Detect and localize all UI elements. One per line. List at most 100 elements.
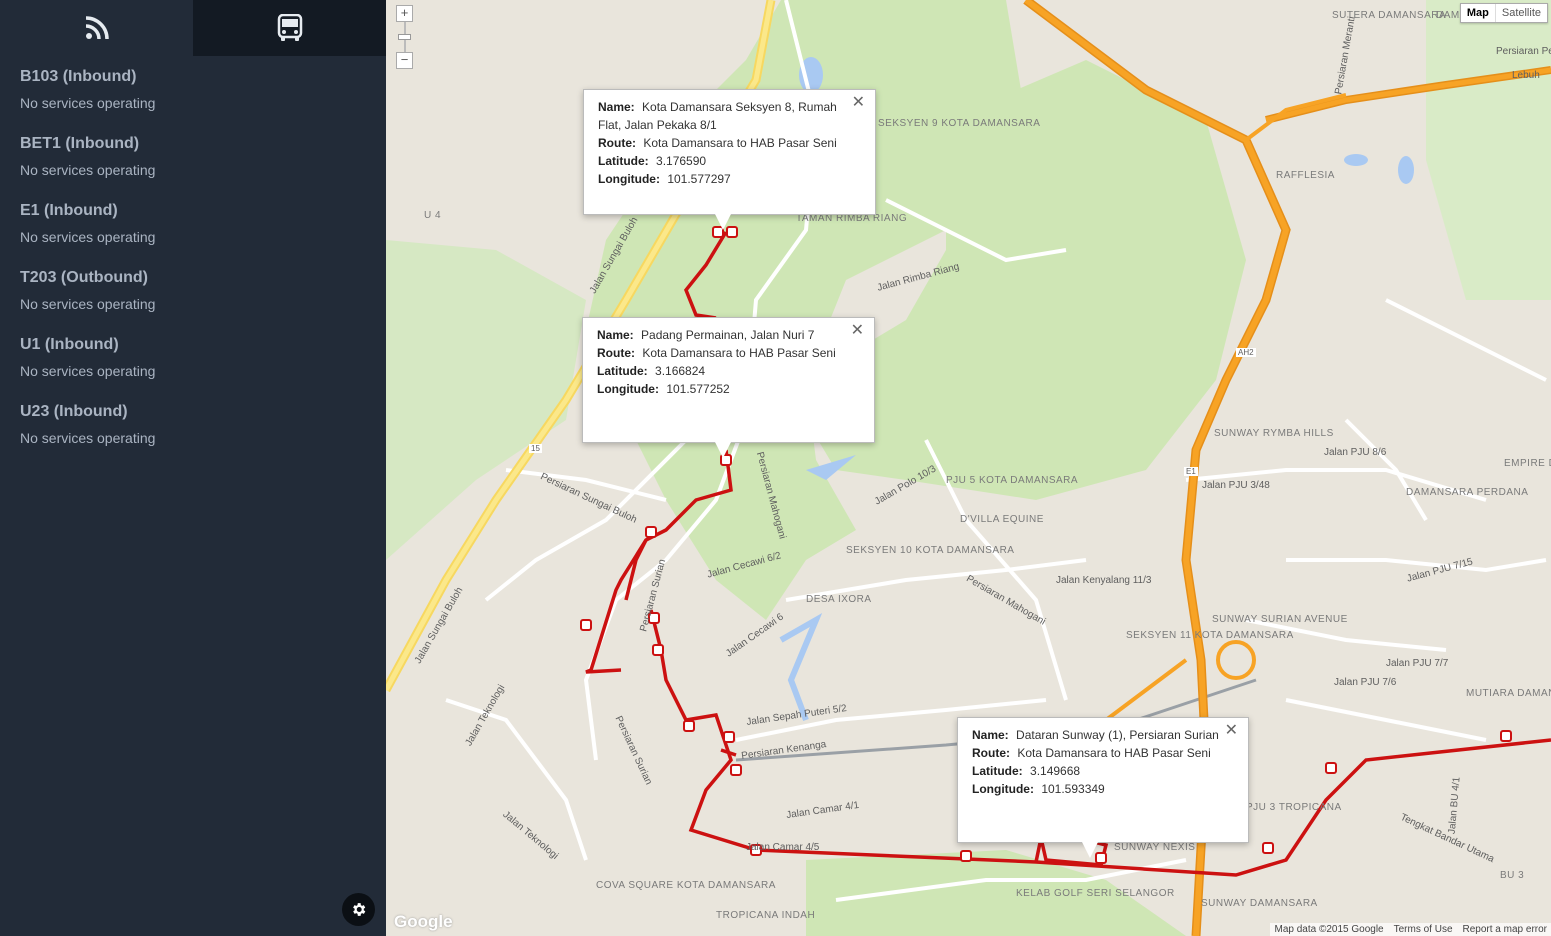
bus-stop-marker[interactable]	[652, 644, 664, 656]
road-label: Jalan PJU 8/6	[1324, 447, 1387, 458]
info-lat-row: Latitude: 3.176590	[598, 152, 861, 170]
info-label: Name:	[598, 100, 635, 114]
info-label: Route:	[597, 346, 635, 360]
stop-name: Dataran Sunway (1), Persiaran Surian	[1016, 728, 1219, 742]
bus-stop-marker[interactable]	[1500, 730, 1512, 742]
road-label: Persiaran Pen	[1496, 46, 1551, 57]
info-label: Name:	[597, 328, 634, 342]
area-label: TROPICANA INDAH	[716, 910, 816, 921]
river	[779, 613, 823, 722]
area-label: SUNWAY RYMBA HILLS	[1214, 428, 1334, 439]
map-view[interactable]: SUTERA DAMANSARA DAMANSARA DAMAI SEKSYEN…	[386, 0, 1551, 936]
zoom-in-button[interactable]: +	[396, 5, 413, 22]
stop-latitude: 3.149668	[1030, 764, 1081, 778]
report-error-link[interactable]: Report a map error	[1463, 924, 1547, 935]
area-label: EMPIRE DAMANSARA	[1504, 458, 1551, 469]
route-shield: 15	[529, 444, 542, 453]
google-logo: Google	[394, 912, 453, 931]
area-label: DESA IXORA	[806, 594, 872, 605]
map-type-satellite-button[interactable]: Satellite	[1496, 4, 1547, 22]
area-label: PJU 5 KOTA DAMANSARA	[946, 475, 1079, 486]
stop-longitude: 101.577297	[667, 172, 731, 186]
road-label: Jalan PJU 7/7	[1386, 658, 1449, 669]
bus-stop-marker[interactable]	[960, 850, 972, 862]
route-title: E1 (Inbound)	[20, 202, 118, 219]
lake	[1344, 154, 1368, 166]
route-item-e1[interactable]: E1 (Inbound) No services operating	[0, 202, 386, 269]
area-label: D'VILLA EQUINE	[960, 514, 1044, 525]
route-status: No services operating	[20, 363, 156, 379]
close-icon[interactable]: ✕	[1225, 723, 1238, 739]
info-lat-row: Latitude: 3.166824	[597, 362, 860, 380]
map-type-map-button[interactable]: Map	[1461, 4, 1496, 22]
info-label: Route:	[598, 136, 636, 150]
stop-route: Kota Damansara to HAB Pasar Seni	[643, 136, 837, 150]
route-item-t203[interactable]: T203 (Outbound) No services operating	[0, 269, 386, 336]
area-label: SUNWAY NEXIS	[1114, 842, 1196, 853]
stop-route: Kota Damansara to HAB Pasar Seni	[1017, 746, 1211, 760]
road-label: Lebuh	[1512, 70, 1540, 81]
tab-feed[interactable]	[0, 0, 193, 56]
terms-link[interactable]: Terms of Use	[1394, 924, 1453, 935]
stop-route: Kota Damansara to HAB Pasar Seni	[642, 346, 836, 360]
area-label: KELAB GOLF SERI SELANGOR	[1016, 888, 1175, 899]
zoom-slider-handle[interactable]	[398, 34, 411, 40]
stop-info-window: ✕ Name: Kota Damansara Seksyen 8, Rumah …	[583, 89, 876, 230]
stop-longitude: 101.577252	[666, 382, 730, 396]
info-lon-row: Longitude: 101.593349	[972, 780, 1234, 798]
bus-stop-marker[interactable]	[730, 764, 742, 776]
bus-stop-marker[interactable]	[1262, 842, 1274, 854]
info-label: Latitude:	[972, 764, 1023, 778]
zoom-out-button[interactable]: −	[396, 52, 413, 69]
route-list: B103 (Inbound) No services operating BET…	[0, 56, 386, 470]
stop-info-window: ✕ Name: Dataran Sunway (1), Persiaran Su…	[957, 717, 1249, 858]
close-icon[interactable]: ✕	[852, 95, 865, 111]
area-label: MUTIARA DAMANSARA	[1466, 688, 1551, 699]
bus-stop-marker[interactable]	[683, 720, 695, 732]
area-label: SEKSYEN 11 KOTA DAMANSARA	[1126, 630, 1294, 641]
route-status: No services operating	[20, 296, 156, 312]
area-label: SEKSYEN 9 KOTA DAMANSARA	[878, 118, 1040, 129]
rss-icon	[85, 16, 109, 40]
area-label: RAFFLESIA	[1276, 170, 1335, 181]
bus-stop-marker[interactable]	[723, 731, 735, 743]
highway-shield: E1	[1184, 467, 1198, 476]
info-name-row: Name: Kota Damansara Seksyen 8, Rumah Fl…	[598, 98, 861, 134]
route-status: No services operating	[20, 229, 156, 245]
bus-icon	[277, 14, 302, 41]
road-label: Jalan PJU 7/6	[1334, 677, 1397, 688]
settings-button[interactable]	[342, 893, 375, 926]
route-item-bet1[interactable]: BET1 (Inbound) No services operating	[0, 135, 386, 202]
app-root: B103 (Inbound) No services operating BET…	[0, 0, 1551, 936]
info-window-pointer	[1082, 842, 1098, 858]
area-label: PJU 3 TROPICANA	[1246, 802, 1342, 813]
route-status: No services operating	[20, 95, 156, 111]
route-status: No services operating	[20, 430, 156, 446]
bus-stop-marker[interactable]	[645, 526, 657, 538]
info-label: Longitude:	[598, 172, 660, 186]
route-item-u1[interactable]: U1 (Inbound) No services operating	[0, 336, 386, 403]
highway-shield: AH2	[1236, 348, 1256, 357]
route-title: B103 (Inbound)	[20, 68, 137, 85]
area-label: U 4	[424, 210, 442, 221]
info-lon-row: Longitude: 101.577297	[598, 170, 861, 188]
lake	[1398, 156, 1414, 184]
route-item-u23[interactable]: U23 (Inbound) No services operating	[0, 403, 386, 470]
route-item-b103[interactable]: B103 (Inbound) No services operating	[0, 68, 386, 135]
sidebar-tabs	[0, 0, 386, 56]
info-route-row: Route: Kota Damansara to HAB Pasar Seni	[597, 344, 860, 362]
gear-icon	[353, 903, 366, 916]
info-label: Longitude:	[972, 782, 1034, 796]
route-title: U1 (Inbound)	[20, 336, 119, 353]
area-label: BU 3	[1500, 870, 1525, 881]
area-label: SEKSYEN 10 KOTA DAMANSARA	[846, 545, 1015, 556]
info-window-pointer	[715, 442, 731, 458]
map-type-control: Map Satellite	[1459, 3, 1548, 23]
close-icon[interactable]: ✕	[851, 323, 864, 339]
info-lon-row: Longitude: 101.577252	[597, 380, 860, 398]
stop-name: Padang Permainan, Jalan Nuri 7	[641, 328, 815, 342]
bus-stop-marker[interactable]	[1325, 762, 1337, 774]
bus-stop-marker[interactable]	[580, 619, 592, 631]
tab-bus[interactable]	[193, 0, 386, 56]
info-route-row: Route: Kota Damansara to HAB Pasar Seni	[598, 134, 861, 152]
